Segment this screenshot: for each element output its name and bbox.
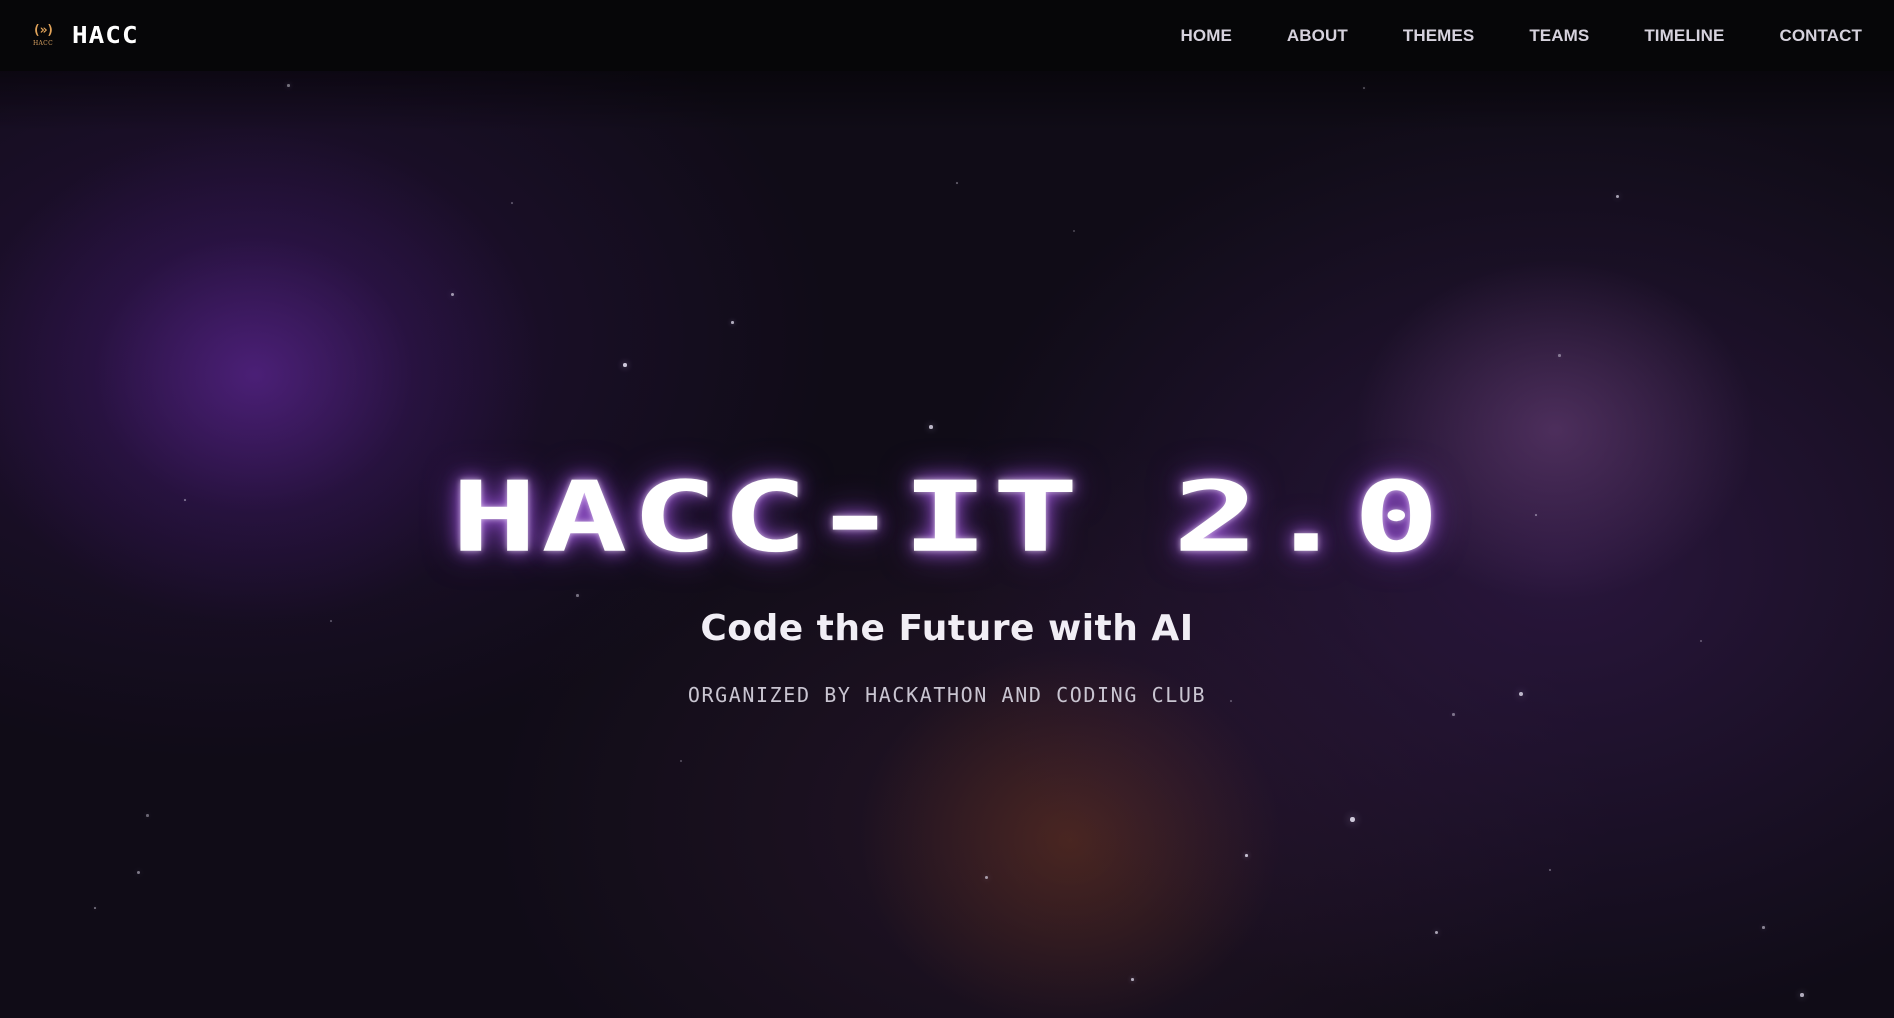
hacc-logo-icon: (») HACC bbox=[32, 23, 55, 47]
hero-title: HACC-IT 2.0 bbox=[450, 460, 1444, 574]
hero-organizer: ORGANIZED BY HACKATHON AND CODING CLUB bbox=[687, 683, 1207, 707]
top-navbar: (») HACC HACC HOME ABOUT THEMES TEAMS TI… bbox=[0, 0, 1894, 71]
nav-link-home[interactable]: HOME bbox=[1181, 26, 1232, 46]
nav-link-about[interactable]: ABOUT bbox=[1287, 26, 1348, 46]
hero-section: HACC-IT 2.0 Code the Future with AI ORGA… bbox=[0, 0, 1894, 1018]
brand-name: HACC bbox=[72, 22, 139, 49]
landing-page: (») HACC HACC HOME ABOUT THEMES TEAMS TI… bbox=[0, 0, 1894, 1018]
nav-link-timeline[interactable]: TIMELINE bbox=[1644, 26, 1724, 46]
hero-tagline: Code the Future with AI bbox=[700, 608, 1194, 649]
nav-link-contact[interactable]: CONTACT bbox=[1779, 26, 1862, 46]
nav-menu: HOME ABOUT THEMES TEAMS TIMELINE CONTACT bbox=[1181, 26, 1867, 46]
nav-link-teams[interactable]: TEAMS bbox=[1529, 26, 1589, 46]
nav-link-themes[interactable]: THEMES bbox=[1403, 26, 1474, 46]
brand-home-link[interactable]: (») HACC HACC bbox=[28, 18, 139, 54]
